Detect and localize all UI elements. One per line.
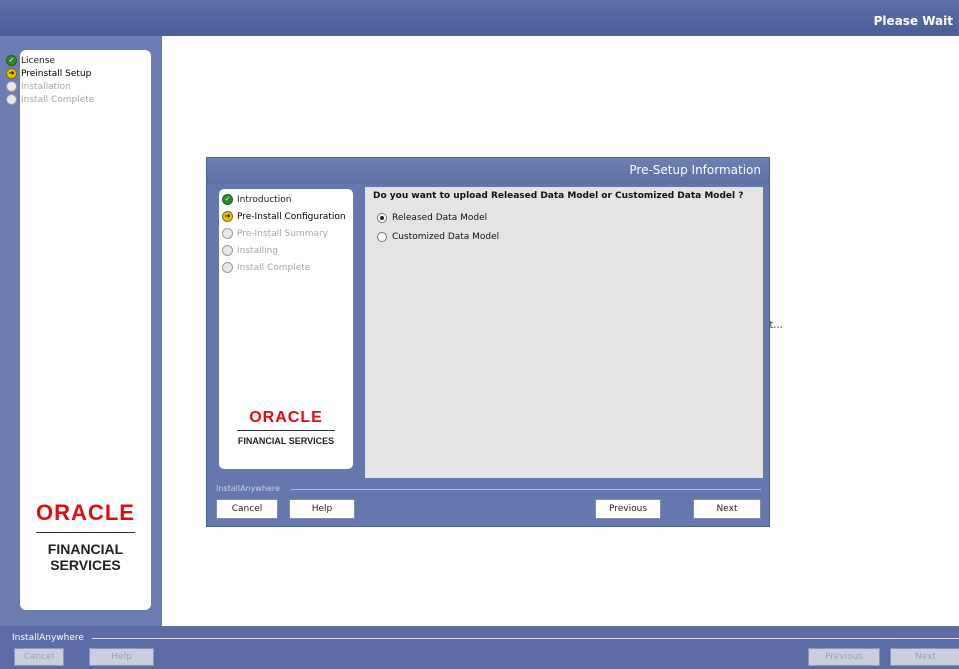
logo-divider: [237, 430, 335, 431]
oracle-wordmark: ORACLE: [36, 500, 135, 525]
dialog-step-label: Pre-Install Configuration: [237, 211, 346, 222]
oracle-wordmark: ORACLE: [249, 409, 323, 426]
pending-circle-icon: [222, 262, 233, 273]
dialog-step-label: Introduction: [237, 194, 292, 205]
dialog-cancel-button[interactable]: Cancel: [216, 499, 278, 519]
arrow-right-icon: ➜: [6, 68, 17, 79]
outer-step-label: License: [21, 55, 55, 66]
outer-next-button[interactable]: Next: [890, 648, 959, 666]
outer-step-license: ✓ License: [6, 54, 94, 67]
dialog-step-introduction: ✓ Introduction: [222, 191, 346, 208]
radio-label: Customized Data Model: [392, 232, 500, 242]
pre-setup-dialog: Pre-Setup Information ✓ Introduction ➜ P…: [207, 158, 769, 526]
outer-step-preinstall: ➜ Preinstall Setup: [6, 67, 94, 80]
oracle-logo: ORACLE FINANCIAL SERVICES: [20, 500, 151, 573]
outer-step-installation: Installation: [6, 80, 94, 93]
outer-previous-button[interactable]: Previous: [808, 648, 880, 666]
pending-circle-icon: [222, 228, 233, 239]
dialog-next-button[interactable]: Next: [693, 499, 761, 519]
radio-unselected-icon[interactable]: [377, 232, 387, 242]
radio-customized-data-model[interactable]: Customized Data Model: [377, 232, 499, 242]
pending-circle-icon: [222, 245, 233, 256]
outer-title: Please Wait: [873, 14, 953, 28]
dialog-step-preinstall-config: ➜ Pre-Install Configuration: [222, 208, 346, 225]
dialog-content-area: Do you want to upload Released Data Mode…: [365, 187, 763, 478]
dialog-footer-divider: [291, 489, 761, 490]
pending-circle-icon: [6, 81, 17, 92]
data-model-question: Do you want to upload Released Data Mode…: [373, 191, 744, 201]
dialog-title-bar: Pre-Setup Information: [207, 158, 769, 184]
dialog-step-label: Install Complete: [237, 262, 311, 273]
dialog-title: Pre-Setup Information: [629, 163, 761, 177]
footer-divider: [92, 638, 959, 639]
outer-footer: InstallAnywhere Cancel Help Previous Nex…: [0, 626, 959, 669]
outer-step-install-complete: Install Complete: [6, 93, 94, 106]
dialog-oracle-logo: ORACLE FINANCIAL SERVICES: [219, 409, 353, 446]
dialog-help-button[interactable]: Help: [289, 499, 355, 519]
dialog-step-list: ✓ Introduction ➜ Pre-Install Configurati…: [222, 191, 346, 276]
dialog-step-label: Installing: [237, 245, 279, 256]
outer-step-list: ✓ License ➜ Preinstall Setup Installatio…: [6, 54, 94, 106]
outer-step-label: Installation: [21, 81, 71, 92]
dialog-steps-panel: ✓ Introduction ➜ Pre-Install Configurati…: [219, 189, 353, 469]
dialog-step-preinstall-summary: Pre-Install Summary: [222, 225, 346, 242]
financial-services-label: FINANCIAL SERVICES: [47, 541, 124, 573]
check-icon: ✓: [222, 194, 233, 205]
radio-released-data-model[interactable]: Released Data Model: [377, 213, 487, 223]
dialog-step-installing: Installing: [222, 242, 346, 259]
arrow-right-icon: ➜: [222, 211, 233, 222]
check-icon: ✓: [6, 55, 17, 66]
outer-title-bar: Please Wait: [0, 0, 959, 36]
financial-services-label: FINANCIAL SERVICES: [237, 436, 335, 446]
outer-cancel-button[interactable]: Cancel: [14, 648, 64, 666]
dialog-installanywhere-label: InstallAnywhere: [216, 484, 280, 493]
dialog-step-install-complete: Install Complete: [222, 259, 346, 276]
outer-step-label: Install Complete: [21, 94, 95, 105]
dialog-step-label: Pre-Install Summary: [237, 228, 329, 239]
logo-divider: [36, 532, 135, 533]
radio-label: Released Data Model: [392, 213, 488, 223]
radio-selected-icon[interactable]: [377, 213, 387, 223]
dialog-previous-button[interactable]: Previous: [595, 499, 661, 519]
outer-help-button[interactable]: Help: [89, 648, 154, 666]
outer-step-label: Preinstall Setup: [21, 68, 92, 79]
outer-steps-panel: ✓ License ➜ Preinstall Setup Installatio…: [6, 50, 151, 610]
outer-sidebar: ✓ License ➜ Preinstall Setup Installatio…: [0, 36, 162, 626]
pending-circle-icon: [6, 94, 17, 105]
installanywhere-label: InstallAnywhere: [12, 633, 84, 643]
